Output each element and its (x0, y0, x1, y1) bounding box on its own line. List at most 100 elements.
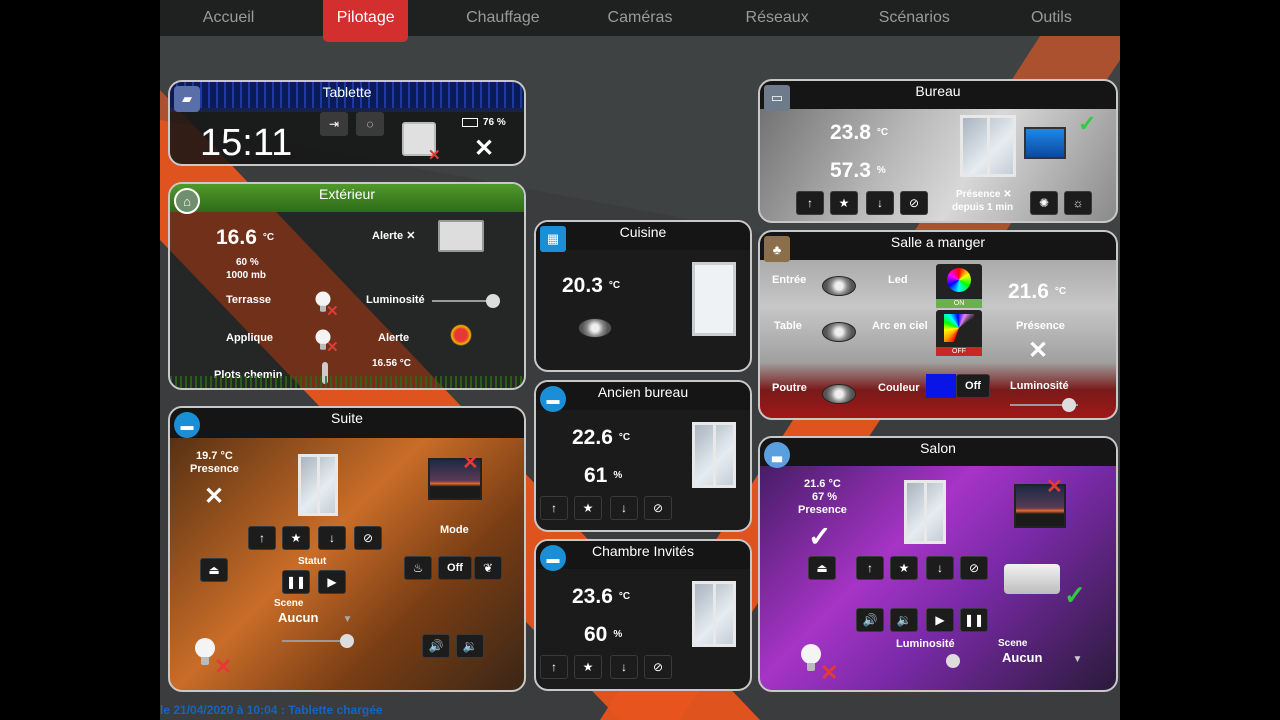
shutter-stop-button[interactable]: ⊘ (644, 496, 672, 520)
pause-button[interactable]: ❚❚ (282, 570, 310, 594)
suite-tv-off-icon: ✕ (462, 452, 479, 474)
table-spotlight-icon[interactable] (822, 322, 856, 342)
shutter-down-button[interactable]: ↓ (610, 655, 638, 679)
shutter-stop-button[interactable]: ⊘ (644, 655, 672, 679)
mode-off-button[interactable]: Off (438, 556, 472, 580)
eco-mode-button[interactable]: ❦ (474, 556, 502, 580)
nav-tab-chauffage[interactable]: Chauffage (434, 0, 571, 36)
kitchen-spotlight-icon[interactable] (578, 318, 612, 338)
volume-up-button[interactable]: 🔊 (856, 608, 884, 632)
eject-button[interactable]: ⏏ (808, 556, 836, 580)
volume-up-button[interactable]: 🔊 (422, 634, 450, 658)
volume-up-icon: 🔊 (428, 639, 444, 653)
volume-slider[interactable] (282, 634, 354, 648)
suite-window-icon[interactable] (298, 454, 338, 516)
refresh-button[interactable]: ◌ (356, 112, 384, 136)
arrow-up-icon: ↑ (551, 501, 557, 515)
play-button[interactable]: ▶ (926, 608, 954, 632)
card-header: Suite (170, 408, 524, 438)
couleur-off-button[interactable]: Off (956, 374, 990, 398)
entree-spotlight-icon[interactable] (822, 276, 856, 296)
statut-label: Statut (298, 556, 327, 567)
light-button[interactable]: ✺ (1030, 191, 1058, 215)
shutter-up-button[interactable]: ↑ (540, 496, 568, 520)
stop-icon: ⊘ (362, 531, 374, 545)
nav-tab-cameras[interactable]: Caméras (571, 0, 708, 36)
color-wheel (947, 268, 971, 292)
nav-tab-outils[interactable]: Outils (983, 0, 1120, 36)
shutter-up-button[interactable]: ↑ (856, 556, 884, 580)
suite-presence-off-icon: ✕ (204, 483, 225, 510)
table-label: Table (774, 320, 802, 332)
shutter-favorite-button[interactable]: ★ (574, 655, 602, 679)
shutter-stop-button[interactable]: ⊘ (960, 556, 988, 580)
status-bar: le 21/04/2020 à 10:04 : Tablette chargée (160, 703, 383, 717)
mode-label: Mode (440, 524, 469, 536)
heat-mode-button[interactable]: ♨ (404, 556, 432, 580)
salon-luminosite-slider[interactable] (900, 654, 970, 668)
card-header: Cuisine (536, 222, 750, 250)
slider-knob[interactable] (946, 654, 960, 668)
shutter-down-button[interactable]: ↓ (318, 526, 346, 550)
kitchen-door-icon[interactable] (692, 262, 736, 336)
arrow-up-icon: ↑ (807, 196, 813, 210)
salon-presence-label: Presence (798, 504, 847, 516)
salon-window-icon[interactable] (904, 480, 946, 544)
computer-icon[interactable] (1024, 127, 1066, 159)
shutter-favorite-button[interactable]: ★ (574, 496, 602, 520)
shutter-down-button[interactable]: ↓ (866, 191, 894, 215)
scene-select[interactable]: Aucun ▼ (278, 610, 352, 625)
salon-scene-select[interactable]: Aucun ▼ (1002, 650, 1082, 665)
eject-button[interactable]: ⏏ (200, 558, 228, 582)
bulb-button[interactable]: ☼ (1064, 191, 1092, 215)
chevron-down-icon: ▼ (342, 614, 353, 625)
salon-lightbulb-icon[interactable] (800, 644, 822, 672)
card-title: Extérieur (318, 186, 376, 202)
lightbulb-icon: ☼ (1072, 196, 1084, 210)
card-salon: Salon ▃ 21.6 °C 67 % Presence ✓ ✕ ⏏ ↑ ★ … (758, 436, 1118, 692)
nav-tab-reseaux[interactable]: Réseaux (709, 0, 846, 36)
salon-temperature: 21.6 °C (804, 478, 841, 490)
nav-tab-scenarios[interactable]: Scénarios (846, 0, 983, 36)
shutter-down-button[interactable]: ↓ (926, 556, 954, 580)
outdoor-temperature: 16.6 °C (216, 226, 275, 249)
suite-lightbulb-icon[interactable] (194, 638, 216, 666)
salle-luminosite-slider[interactable] (1010, 398, 1078, 412)
slider-knob[interactable] (340, 634, 354, 648)
shutter-favorite-button[interactable]: ★ (282, 526, 310, 550)
shutter-up-button[interactable]: ↑ (796, 191, 824, 215)
bureau-window-icon[interactable] (960, 115, 1016, 177)
gate-icon[interactable] (438, 220, 484, 252)
media-box-icon[interactable] (1004, 564, 1060, 594)
led-color-wheel-icon[interactable]: ON (936, 264, 982, 308)
app-root: Accueil Pilotage Chauffage Caméras Résea… (160, 0, 1120, 720)
pause-button[interactable]: ❚❚ (960, 608, 988, 632)
color-swatch[interactable] (926, 374, 956, 398)
poutre-spotlight-icon[interactable] (822, 384, 856, 404)
stop-icon: ⊘ (968, 561, 980, 575)
ancien-bureau-window-icon[interactable] (692, 422, 736, 488)
nav-tab-accueil[interactable]: Accueil (160, 0, 297, 36)
slider-knob[interactable] (486, 294, 500, 308)
exit-button[interactable]: ⇥ (320, 112, 348, 136)
shutter-down-button[interactable]: ↓ (610, 496, 638, 520)
shutter-favorite-button[interactable]: ★ (830, 191, 858, 215)
shutter-favorite-button[interactable]: ★ (890, 556, 918, 580)
shutter-stop-button[interactable]: ⊘ (354, 526, 382, 550)
rainbow-icon[interactable]: OFF (936, 310, 982, 356)
play-button[interactable]: ▶ (318, 570, 346, 594)
ancien-bureau-temperature: 22.6 °C (572, 426, 631, 449)
luminosite-slider[interactable] (432, 294, 500, 308)
arrow-down-icon: ↓ (877, 196, 883, 210)
shutter-up-button[interactable]: ↑ (540, 655, 568, 679)
shutter-stop-button[interactable]: ⊘ (900, 191, 928, 215)
play-icon: ▶ (935, 613, 945, 627)
volume-down-button[interactable]: 🔉 (890, 608, 918, 632)
chambre-window-icon[interactable] (692, 581, 736, 647)
arrow-down-icon: ↓ (937, 561, 943, 575)
slider-knob[interactable] (1062, 398, 1076, 412)
volume-down-button[interactable]: 🔉 (456, 634, 484, 658)
nav-tab-pilotage[interactable]: Pilotage (297, 0, 434, 42)
applique-off-icon: ✕ (326, 339, 339, 356)
shutter-up-button[interactable]: ↑ (248, 526, 276, 550)
